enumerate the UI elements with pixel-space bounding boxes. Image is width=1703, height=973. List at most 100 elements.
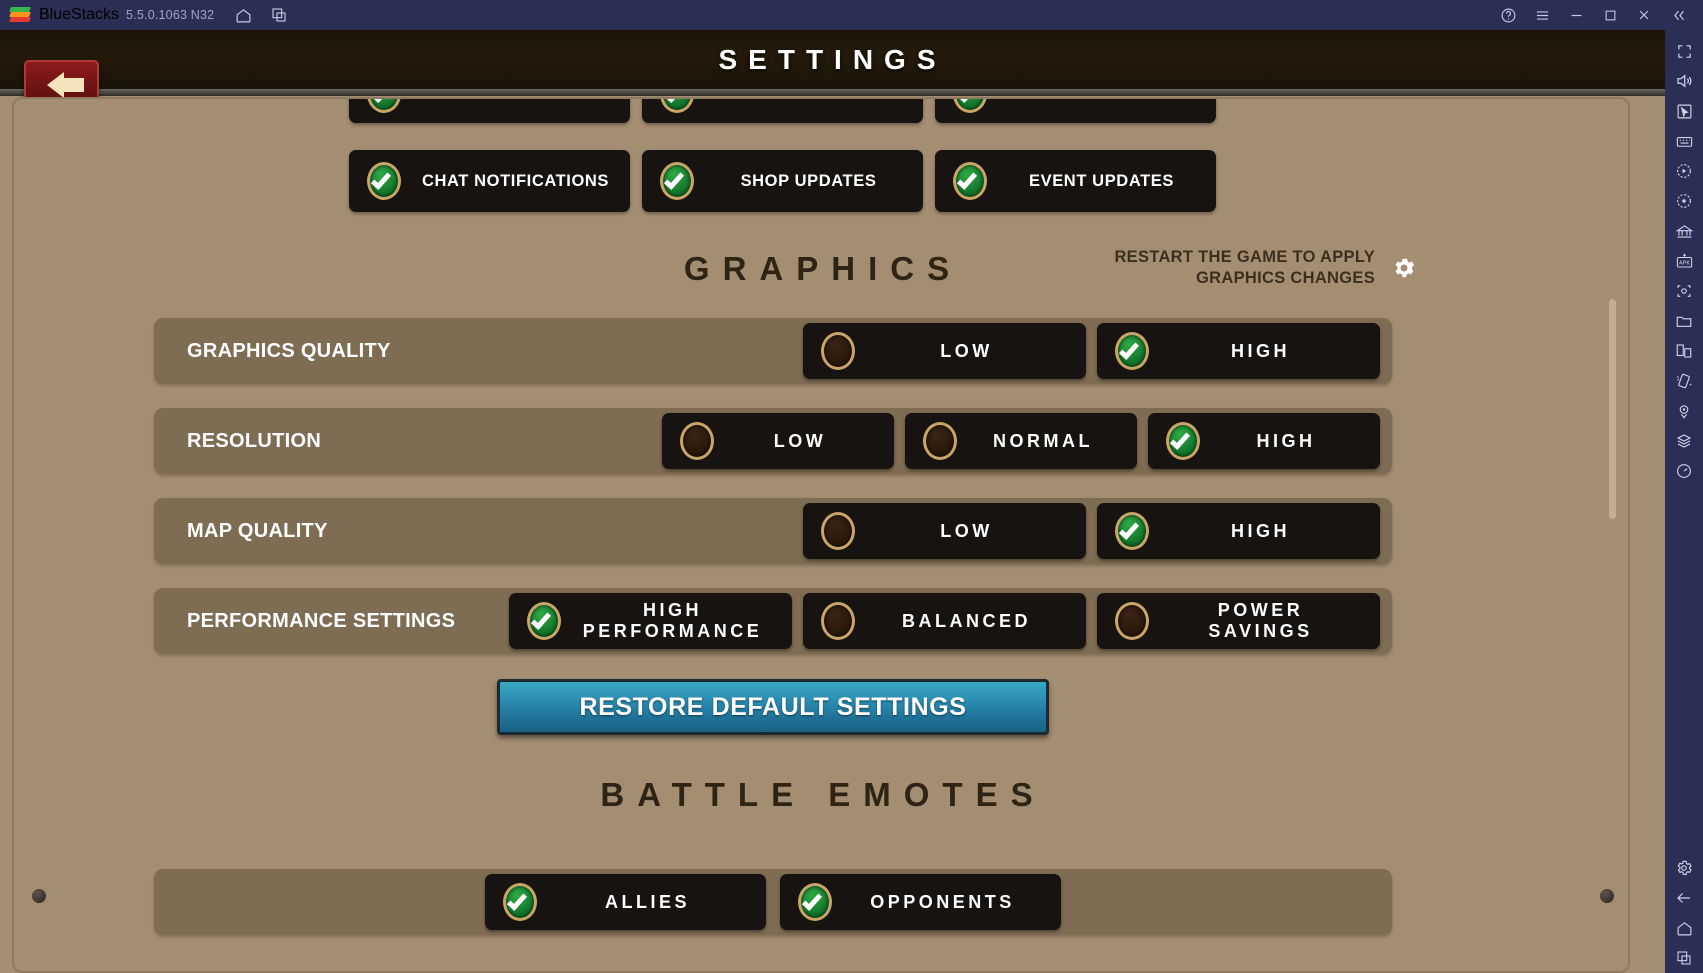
keyboard-controls-icon[interactable] [1667, 126, 1701, 156]
notification-toggle[interactable]: NOTIFICATIONS [349, 99, 630, 123]
option-performance-balanced[interactable]: BALANCED [803, 593, 1086, 649]
recent-apps-icon[interactable] [1667, 943, 1701, 973]
option-label: HIGH PERFORMANCE [582, 600, 763, 641]
checkbox-checked-icon [503, 883, 537, 921]
notification-toggle[interactable]: NOTIFICATIONS [935, 99, 1216, 123]
bluestacks-sidebar: APK [1665, 30, 1703, 973]
option-label: ALLIES [604, 891, 690, 912]
option-performance-high[interactable]: HIGH PERFORMANCE [509, 593, 792, 649]
setting-row-resolution: RESOLUTION LOW NORMAL HIGH [154, 408, 1392, 474]
multi-instance-icon[interactable] [264, 0, 294, 30]
checkbox-checked-icon [367, 99, 401, 113]
fullscreen-icon[interactable] [1667, 36, 1701, 66]
install-apk-icon[interactable]: APK [1667, 246, 1701, 276]
option-label: LOW [940, 520, 993, 541]
media-folder-icon[interactable] [1667, 306, 1701, 336]
restart-note-line1: RESTART THE GAME TO APPLY [1114, 248, 1375, 266]
notifications-row-partial: NOTIFICATIONS NOTIFICATIONS NOTIFICATION… [349, 99, 1216, 123]
checkbox-checked-icon [660, 99, 694, 113]
performance-meter-icon[interactable] [1667, 456, 1701, 486]
radio-unchecked-icon [923, 422, 957, 460]
app-name: BlueStacks [39, 6, 120, 23]
svg-text:APK: APK [1678, 260, 1689, 266]
panel-stud [32, 889, 46, 903]
option-emotes-allies[interactable]: ALLIES [485, 874, 766, 930]
option-group: LOW HIGH [803, 323, 1392, 379]
option-group: ALLIES OPPONENTS [485, 874, 1061, 930]
maximize-icon[interactable] [1593, 0, 1627, 30]
scrollbar-thumb[interactable] [1609, 299, 1616, 519]
restore-button-label: RESTORE DEFAULT SETTINGS [579, 692, 967, 721]
multi-instance-manager-icon[interactable] [1667, 216, 1701, 246]
option-map-quality-high[interactable]: HIGH [1097, 503, 1380, 559]
android-home-icon[interactable] [1667, 913, 1701, 943]
title-bar: BlueStacks 5.5.0.1063 N32 [0, 0, 1703, 30]
bluestacks-logo-icon [9, 5, 31, 25]
checkbox-checked-icon [798, 883, 832, 921]
restart-note-line2: GRAPHICS CHANGES [1196, 269, 1375, 288]
section-title-battle-emotes: BATTLE EMOTES [600, 776, 1046, 813]
game-viewport: SETTINGS NOTIFICATIONS NOTIFICATIONS [0, 30, 1665, 973]
toggle-label: SHOP UPDATES [740, 171, 877, 190]
radio-unchecked-icon [680, 422, 714, 460]
option-label: POWER SAVINGS [1208, 600, 1313, 641]
shop-updates-toggle[interactable]: SHOP UPDATES [642, 150, 923, 212]
event-updates-toggle[interactable]: EVENT UPDATES [935, 150, 1216, 212]
radio-unchecked-icon [1115, 602, 1149, 640]
record-icon[interactable] [1667, 186, 1701, 216]
option-group: LOW HIGH [803, 503, 1392, 559]
option-emotes-opponents[interactable]: OPPONENTS [780, 874, 1061, 930]
hamburger-menu-icon[interactable] [1525, 0, 1559, 30]
setting-row-performance: PERFORMANCE SETTINGS HIGH PERFORMANCE BA… [154, 588, 1392, 654]
close-icon[interactable] [1627, 0, 1661, 30]
checkbox-checked-icon [953, 162, 987, 200]
gear-icon[interactable] [1667, 853, 1701, 883]
macro-record-icon[interactable] [1667, 156, 1701, 186]
option-label: NORMAL [993, 430, 1093, 451]
multi-window-icon[interactable] [1667, 336, 1701, 366]
location-icon[interactable] [1667, 396, 1701, 426]
radio-checked-icon [1115, 512, 1149, 550]
option-graphics-quality-high[interactable]: HIGH [1097, 323, 1380, 379]
back-arrow-icon [47, 72, 84, 98]
panel-stud [1600, 889, 1614, 903]
screenshot-icon[interactable] [1667, 276, 1701, 306]
restart-note: RESTART THE GAME TO APPLY GRAPHICS CHANG… [1114, 247, 1417, 289]
row-label: RESOLUTION [187, 429, 322, 452]
setting-row-graphics-quality: GRAPHICS QUALITY LOW HIGH [154, 318, 1392, 384]
minimize-icon[interactable] [1559, 0, 1593, 30]
back-arrow-icon[interactable] [1667, 883, 1701, 913]
chat-notifications-toggle[interactable]: CHAT NOTIFICATIONS [349, 150, 630, 212]
option-label: HIGH [1256, 430, 1316, 451]
checkbox-checked-icon [660, 162, 694, 200]
app-version: 5.5.0.1063 N32 [126, 8, 215, 22]
option-map-quality-low[interactable]: LOW [803, 503, 1086, 559]
option-group: HIGH PERFORMANCE BALANCED POWER SAVINGS [509, 593, 1392, 649]
option-label: LOW [940, 340, 993, 361]
option-label: LOW [773, 430, 827, 451]
option-performance-power-savings[interactable]: POWER SAVINGS [1097, 593, 1380, 649]
option-resolution-normal[interactable]: NORMAL [905, 413, 1137, 469]
double-chevron-left-icon[interactable] [1661, 0, 1695, 30]
window-controls [1491, 0, 1703, 30]
option-resolution-low[interactable]: LOW [662, 413, 894, 469]
cursor-icon[interactable] [1667, 96, 1701, 126]
option-graphics-quality-low[interactable]: LOW [803, 323, 1086, 379]
shake-icon[interactable] [1667, 366, 1701, 396]
radio-checked-icon [1115, 332, 1149, 370]
gear-icon[interactable] [1391, 255, 1417, 281]
help-icon[interactable] [1491, 0, 1525, 30]
row-label: MAP QUALITY [187, 519, 328, 542]
home-icon[interactable] [228, 0, 258, 30]
option-label: HIGH [1231, 340, 1290, 361]
toggle-label: EVENT UPDATES [1028, 171, 1174, 190]
setting-row-map-quality: MAP QUALITY LOW HIGH [154, 498, 1392, 564]
restore-default-settings-button[interactable]: RESTORE DEFAULT SETTINGS [497, 679, 1049, 735]
toggle-label: NOTIFICATIONS [415, 99, 630, 104]
row-label: PERFORMANCE SETTINGS [187, 609, 456, 632]
volume-icon[interactable] [1667, 66, 1701, 96]
option-resolution-high[interactable]: HIGH [1148, 413, 1380, 469]
layers-icon[interactable] [1667, 426, 1701, 456]
checkbox-checked-icon [953, 99, 987, 113]
notification-toggle[interactable]: NOTIFICATIONS [642, 99, 923, 123]
